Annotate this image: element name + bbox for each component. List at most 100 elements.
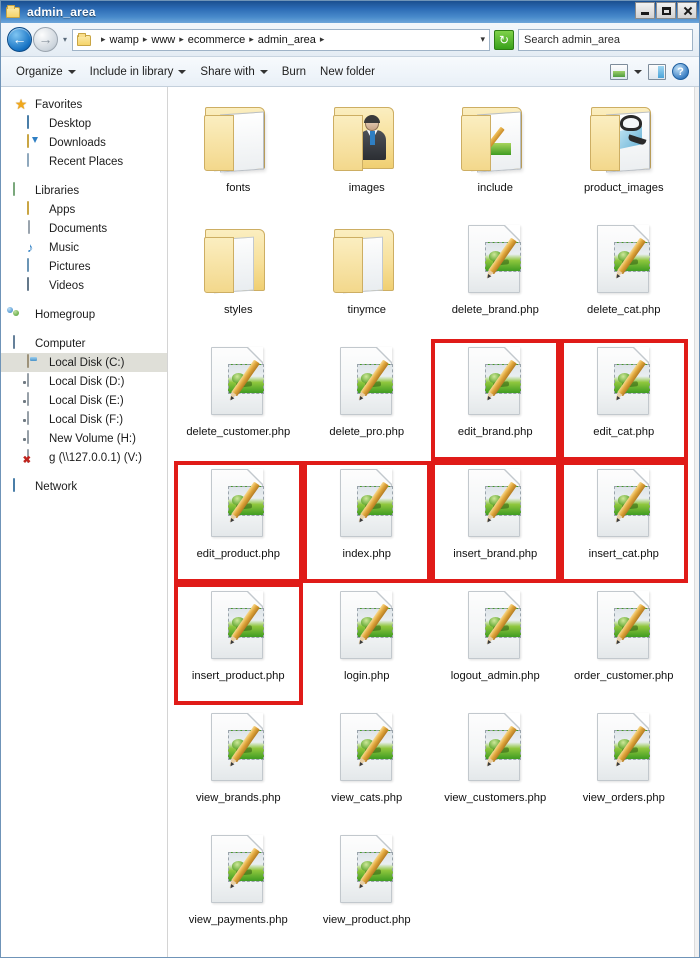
sidebar-item-libraries[interactable]: Libraries: [1, 181, 167, 200]
php-file-icon: [588, 223, 660, 301]
file-item[interactable]: insert_cat.php: [559, 461, 688, 583]
forward-arrow-icon: →: [38, 31, 53, 47]
sidebar-label-local-disk-d: Local Disk (D:): [49, 375, 125, 388]
folder-item[interactable]: product_images: [560, 95, 689, 217]
path-dropdown-icon[interactable]: ▾: [474, 34, 485, 45]
sidebar-label-local-disk-e: Local Disk (E:): [49, 394, 124, 407]
sidebar-item-network[interactable]: Network: [1, 477, 167, 496]
vertical-scrollbar[interactable]: [694, 87, 699, 957]
sidebar-item-local-disk-f[interactable]: Local Disk (F:): [1, 410, 167, 429]
sidebar-item-local-disk-c[interactable]: Local Disk (C:): [1, 353, 167, 372]
breadcrumb-item-www[interactable]: www: [151, 34, 175, 46]
item-label: images: [348, 182, 385, 194]
share-with-label: Share with: [200, 65, 255, 78]
file-item[interactable]: index.php: [302, 461, 431, 583]
folder-item[interactable]: fonts: [174, 95, 303, 217]
file-item[interactable]: delete_cat.php: [560, 217, 689, 339]
sidebar-item-documents[interactable]: Documents: [1, 219, 167, 238]
file-item[interactable]: view_orders.php: [560, 705, 689, 827]
sidebar-item-favorites[interactable]: ★ Favorites: [1, 95, 167, 114]
help-icon[interactable]: ?: [672, 63, 689, 80]
item-label: order_customer.php: [573, 670, 674, 682]
sidebar-label-music: Music: [49, 241, 80, 254]
file-item[interactable]: logout_admin.php: [431, 583, 560, 705]
folder-icon: [331, 101, 403, 179]
new-folder-label: New folder: [320, 65, 376, 78]
item-label: insert_product.php: [191, 670, 285, 682]
sidebar-item-computer[interactable]: Computer: [1, 334, 167, 353]
item-label: include: [477, 182, 513, 194]
sidebar-label-new-volume-h: New Volume (H:): [49, 432, 136, 445]
php-file-icon: [202, 467, 274, 545]
title-bar: admin_area: [1, 1, 699, 23]
sidebar-item-pictures[interactable]: Pictures: [1, 257, 167, 276]
file-item[interactable]: edit_cat.php: [559, 339, 688, 461]
back-button[interactable]: ←: [7, 27, 32, 52]
breadcrumb-separator: ▸: [179, 34, 184, 44]
sidebar-item-apps[interactable]: Apps: [1, 200, 167, 219]
sidebar-item-network-drive-v[interactable]: g (\\127.0.0.1) (V:): [1, 448, 167, 467]
sidebar-label-desktop: Desktop: [49, 117, 92, 130]
file-grid: fonts images include product_imagesstyles ti…: [174, 95, 688, 949]
file-item[interactable]: edit_product.php: [174, 461, 303, 583]
file-item[interactable]: view_payments.php: [174, 827, 303, 949]
sidebar-item-local-disk-e[interactable]: Local Disk (E:): [1, 391, 167, 410]
sidebar-item-recent-places[interactable]: Recent Places: [1, 152, 167, 171]
breadcrumb-item-wamp[interactable]: wamp: [110, 34, 139, 46]
file-item[interactable]: delete_pro.php: [303, 339, 432, 461]
sidebar-item-homegroup[interactable]: Homegroup: [1, 305, 167, 324]
file-item[interactable]: view_customers.php: [431, 705, 560, 827]
sidebar-item-new-volume-h[interactable]: New Volume (H:): [1, 429, 167, 448]
nav-group-libraries: Libraries Apps Documents ♪ Music Picture…: [1, 181, 167, 295]
file-item[interactable]: view_cats.php: [303, 705, 432, 827]
folder-item[interactable]: tinymce: [303, 217, 432, 339]
minimize-button[interactable]: [635, 2, 655, 19]
sidebar-label-libraries: Libraries: [35, 184, 80, 197]
chevron-down-icon[interactable]: [634, 69, 642, 74]
include-in-library-button[interactable]: Include in library: [83, 63, 194, 81]
folder-icon: [27, 201, 29, 215]
burn-button[interactable]: Burn: [275, 63, 313, 81]
breadcrumb-item-ecommerce[interactable]: ecommerce: [188, 34, 245, 46]
file-item[interactable]: view_brands.php: [174, 705, 303, 827]
file-list-pane[interactable]: fonts images include product_imagesstyles ti…: [168, 87, 694, 957]
preview-pane-icon[interactable]: [648, 63, 666, 80]
file-item[interactable]: delete_brand.php: [431, 217, 560, 339]
refresh-button[interactable]: ↻: [494, 29, 514, 50]
recent-pages-dropdown[interactable]: ▾: [58, 35, 72, 44]
forward-button[interactable]: →: [33, 27, 58, 52]
close-button[interactable]: [677, 2, 697, 19]
folder-icon: [6, 5, 21, 19]
share-with-button[interactable]: Share with: [193, 63, 274, 81]
sidebar-item-music[interactable]: ♪ Music: [1, 238, 167, 257]
file-item[interactable]: insert_brand.php: [431, 461, 560, 583]
address-path-box[interactable]: ▸ wamp ▸ www ▸ ecommerce ▸ admin_area ▸ …: [72, 28, 490, 51]
file-item[interactable]: insert_product.php: [174, 583, 303, 705]
file-item[interactable]: delete_customer.php: [174, 339, 303, 461]
file-item[interactable]: login.php: [303, 583, 432, 705]
view-options-icon[interactable]: [610, 63, 628, 80]
new-folder-button[interactable]: New folder: [313, 63, 382, 81]
folder-item[interactable]: include: [431, 95, 560, 217]
sidebar-item-videos[interactable]: Videos: [1, 276, 167, 295]
item-label: edit_product.php: [196, 548, 280, 560]
organize-button[interactable]: Organize: [9, 63, 83, 81]
sidebar-item-desktop[interactable]: Desktop: [1, 114, 167, 133]
folder-item[interactable]: images: [303, 95, 432, 217]
hard-disk-icon: [27, 392, 29, 406]
sidebar-item-local-disk-d[interactable]: Local Disk (D:): [1, 372, 167, 391]
folder-icon: [588, 101, 660, 179]
folder-item[interactable]: styles: [174, 217, 303, 339]
sidebar-item-downloads[interactable]: Downloads: [1, 133, 167, 152]
item-label: view_brands.php: [195, 792, 281, 804]
php-file-icon: [331, 711, 403, 789]
breadcrumb-item-admin-area[interactable]: admin_area: [258, 34, 316, 46]
search-input[interactable]: Search admin_area: [518, 28, 693, 51]
address-bar: ← → ▾ ▸ wamp ▸ www ▸ ecommerce ▸ admin_a…: [1, 23, 699, 57]
file-item[interactable]: view_product.php: [303, 827, 432, 949]
downloads-icon: [27, 134, 29, 148]
maximize-button[interactable]: [656, 2, 676, 19]
file-item[interactable]: order_customer.php: [560, 583, 689, 705]
php-file-icon: [331, 589, 403, 667]
file-item[interactable]: edit_brand.php: [431, 339, 560, 461]
